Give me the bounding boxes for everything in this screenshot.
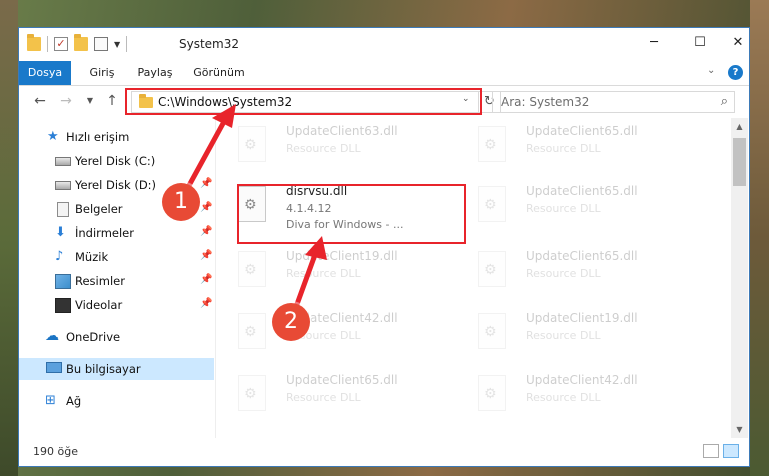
arrowhead-2 bbox=[305, 236, 327, 260]
step-badge-2: 2 bbox=[272, 303, 310, 341]
annotation-arrow-2 bbox=[293, 249, 319, 310]
annotation-arrow-1 bbox=[183, 115, 229, 194]
step-badge-1: 1 bbox=[162, 183, 200, 221]
annotation-arrows bbox=[183, 104, 327, 310]
